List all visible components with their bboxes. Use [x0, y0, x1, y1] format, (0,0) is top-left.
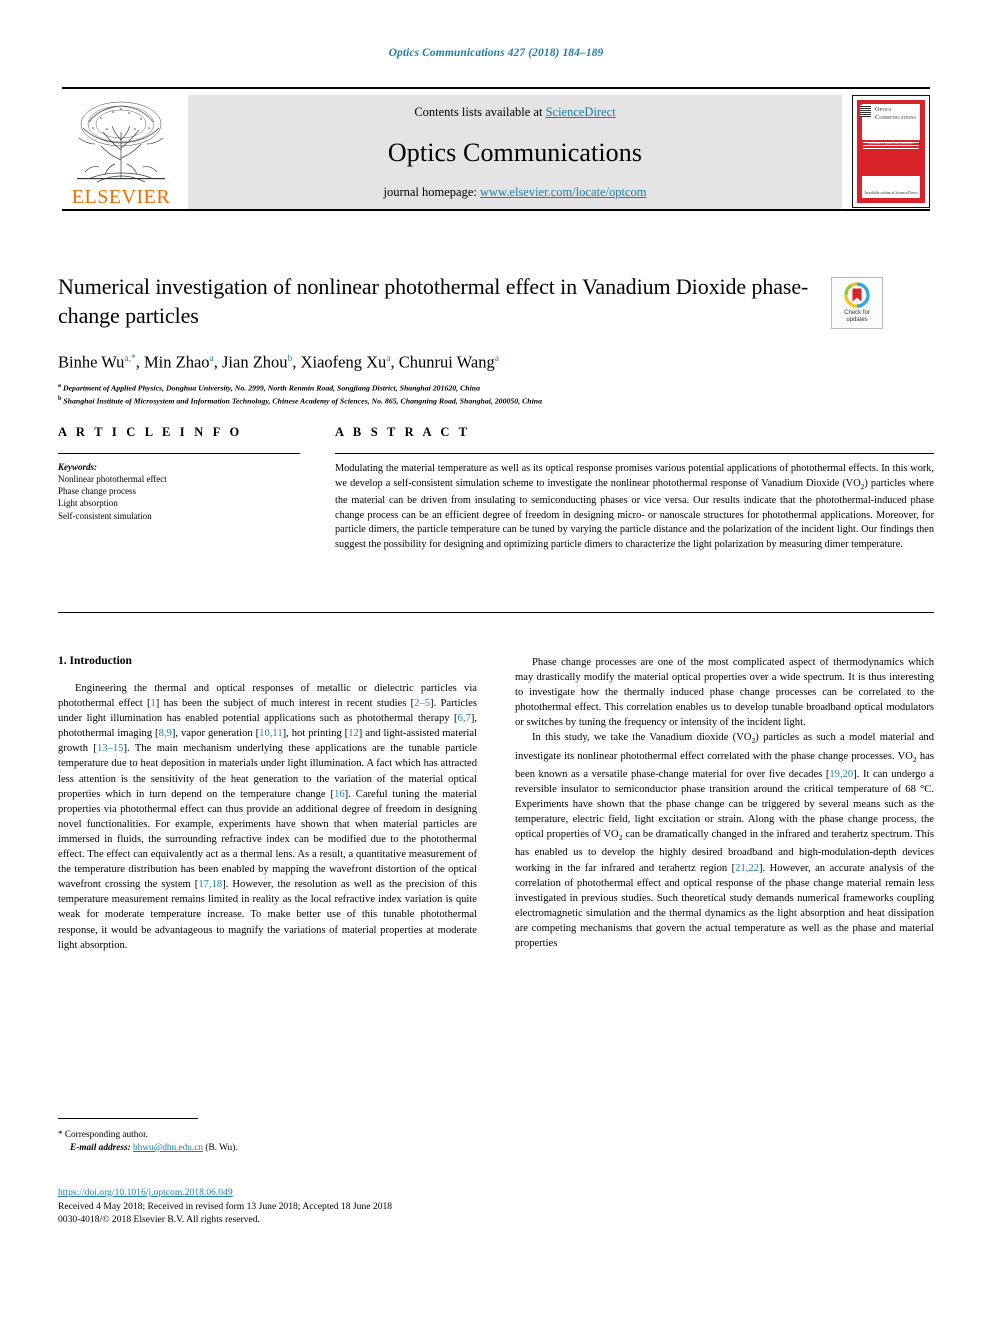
author-affiliation-marker: b — [287, 354, 293, 364]
abstract-heading: A B S T R A C T — [335, 425, 471, 439]
keyword-item: Light absorption — [58, 498, 118, 509]
abstract-text: Modulating the material temperature as w… — [335, 463, 935, 551]
citation-ref[interactable]: 8,9 — [159, 728, 172, 739]
sciencedirect-link[interactable]: ScienceDirect — [546, 105, 616, 119]
running-head: Optics Communications 427 (2018) 184–189 — [388, 47, 604, 59]
journal-masthead: ELSEVIER Contents lists available at Sci… — [62, 87, 930, 211]
body-columns: 1. Introduction Engineering the thermal … — [58, 655, 934, 953]
cover-title: Optics Communications — [875, 106, 916, 121]
abstract-column: A B S T R A C T Modulating the material … — [335, 425, 934, 553]
citation-ref[interactable]: 6,7 — [458, 713, 471, 724]
page-title: Numerical investigation of nonlinear pho… — [58, 274, 809, 328]
homepage-prefix: journal homepage: — [383, 185, 480, 199]
email-line: E-mail address: bhwu@dhu.edu.cn (B. Wu). — [58, 1142, 477, 1155]
keywords-list: Nonlinear photothermal effect Phase chang… — [58, 473, 300, 522]
journal-homepage-link[interactable]: www.elsevier.com/locate/optcom — [480, 185, 647, 199]
homepage-line: journal homepage: www.elsevier.com/locat… — [384, 185, 647, 200]
author-affiliation-marker: a — [386, 354, 391, 364]
citation-ref[interactable]: 17,18 — [198, 879, 222, 890]
info-abstract-section: A R T I C L E I N F O Keywords: Nonlinea… — [58, 425, 934, 553]
citation-ref[interactable]: 1 — [151, 698, 156, 709]
elsevier-tree-icon — [77, 101, 165, 183]
journal-title: Optics Communications — [387, 137, 643, 167]
author-affiliation-marker: a — [209, 354, 214, 364]
right-column-paragraphs: Phase change processes are one of the mo… — [515, 655, 934, 951]
body-column-right: Phase change processes are one of the mo… — [515, 655, 934, 953]
keyword-item: Phase change process — [58, 486, 136, 497]
contents-prefix: Contents lists available at — [414, 105, 546, 119]
cover-elsevier-mark — [860, 105, 871, 117]
crossmark-label: Check for updates — [844, 310, 870, 323]
body-column-left: 1. Introduction Engineering the thermal … — [58, 655, 477, 953]
author-name: Xiaofeng Xu — [300, 352, 387, 372]
contents-line: Contents lists available at ScienceDirec… — [414, 105, 615, 120]
affiliation-list: a Department of Applied Physics, Donghua… — [58, 381, 818, 407]
footnote-rule — [58, 1118, 198, 1119]
cover-strapline: a journal of optics and photonics — [863, 142, 919, 149]
author-name: Chunrui Wang — [398, 352, 495, 372]
asterisk-marker: * — [58, 1129, 63, 1139]
journal-cover-thumbnail: Optics Communications a journal of optic… — [852, 95, 930, 208]
email-suffix: (B. Wu). — [205, 1143, 238, 1153]
body-paragraph: Engineering the thermal and optical resp… — [58, 683, 478, 951]
keywords-label: Keywords: — [58, 462, 97, 472]
citation-ref[interactable]: 10,11 — [259, 728, 282, 739]
section-heading-introduction: 1. Introduction — [58, 655, 132, 667]
citation-ref[interactable]: 2–5 — [414, 698, 430, 709]
elsevier-wordmark: ELSEVIER — [71, 186, 171, 208]
article-info-rule — [58, 453, 300, 454]
article-info-column: A R T I C L E I N F O Keywords: Nonlinea… — [58, 425, 300, 553]
author-name: Min Zhao — [144, 352, 210, 372]
article-info-heading: A R T I C L E I N F O — [58, 425, 243, 439]
title-block: Numerical investigation of nonlinear pho… — [58, 272, 818, 407]
affiliation-marker: a — [58, 382, 61, 389]
copyright-line: 0030-4018/© 2018 Elsevier B.V. All right… — [58, 1214, 260, 1226]
citation-ref[interactable]: 21,22 — [735, 863, 759, 874]
author-affiliation-marker: a,* — [124, 354, 136, 364]
author-list: Binhe Wua,*, Min Zhaoa, Jian Zhoub, Xiao… — [58, 352, 499, 372]
email-label: E-mail address: — [70, 1143, 131, 1153]
author-affiliation-marker: a — [494, 354, 499, 364]
footnote-block: * Corresponding author. E-mail address: … — [58, 1128, 477, 1155]
affiliation-item: b Shanghai Institute of Microsystem and … — [58, 395, 543, 406]
crossmark-icon — [844, 282, 870, 308]
received-dates: Received 4 May 2018; Received in revised… — [58, 1200, 393, 1212]
keyword-item: Nonlinear photothermal effect — [58, 474, 167, 484]
keyword-item: Self-consistent simulation — [58, 510, 152, 521]
author-name: Binhe Wu — [58, 352, 125, 372]
citation-ref[interactable]: 16 — [334, 789, 345, 800]
article-page: Optics Communications 427 (2018) 184–189 — [0, 0, 992, 1323]
email-link[interactable]: bhwu@dhu.edu.cn — [133, 1143, 203, 1153]
author-name: Jian Zhou — [222, 352, 288, 372]
corresponding-author-line: * Corresponding author. — [58, 1128, 477, 1142]
body-paragraph: Phase change processes are one of the mo… — [515, 657, 934, 729]
corresponding-author-text: Corresponding author. — [64, 1130, 148, 1140]
crossmark-badge[interactable]: Check for updates — [831, 277, 883, 329]
citation-ref[interactable]: 12 — [348, 728, 359, 739]
abstract-rule — [335, 453, 934, 454]
affiliation-marker: b — [58, 395, 62, 402]
body-paragraph: In this study, we take the Vanadium diox… — [515, 732, 935, 950]
cover-footer-text: Available online at ScienceDirect — [864, 190, 918, 195]
section-divider-rule — [58, 612, 934, 613]
masthead-bottom-rule — [62, 209, 930, 211]
doi-link[interactable]: https://doi.org/10.1016/j.optcom.2018.06… — [58, 1187, 233, 1198]
citation-ref[interactable]: 19,20 — [829, 769, 853, 780]
affiliation-item: a Department of Applied Physics, Donghua… — [58, 382, 481, 393]
footer-block: https://doi.org/10.1016/j.optcom.2018.06… — [58, 1186, 558, 1227]
left-column-paragraphs: Engineering the thermal and optical resp… — [58, 681, 477, 953]
journal-band: Contents lists available at ScienceDirec… — [188, 95, 842, 209]
elsevier-logo: ELSEVIER — [62, 95, 180, 209]
citation-ref[interactable]: 13–15 — [97, 743, 123, 754]
